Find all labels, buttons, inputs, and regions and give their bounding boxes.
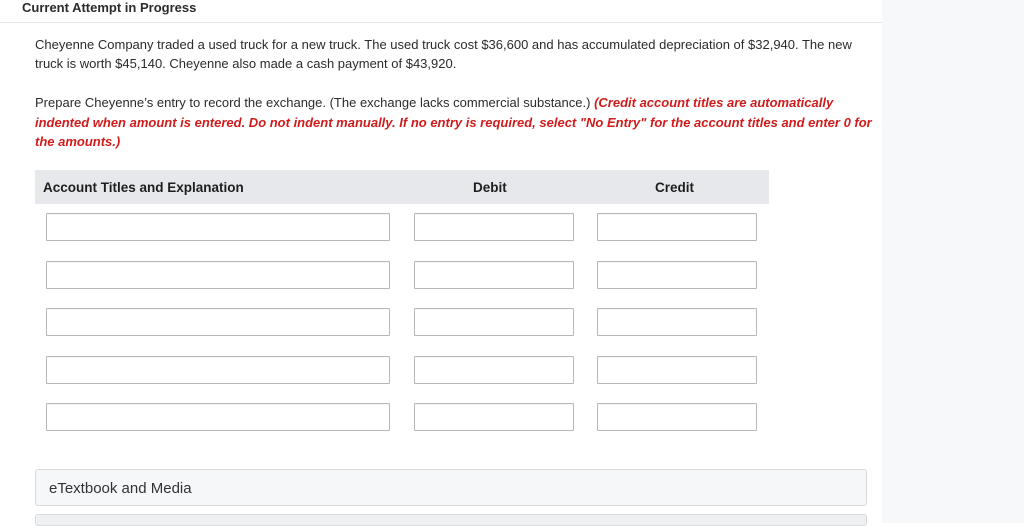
right-gutter <box>882 0 1024 523</box>
instructions-prefix: Prepare Cheyenne’s entry to record the e… <box>35 95 595 110</box>
credit-amount-input[interactable] <box>597 261 757 289</box>
credit-amount-input[interactable] <box>597 403 757 431</box>
instructions: Prepare Cheyenne’s entry to record the e… <box>35 93 875 152</box>
debit-amount-input[interactable] <box>414 356 574 384</box>
account-title-input[interactable] <box>46 403 390 431</box>
etextbook-media-button[interactable]: eTextbook and Media <box>35 469 867 506</box>
debit-amount-input[interactable] <box>414 403 574 431</box>
attempt-status-title: Current Attempt in Progress <box>22 0 197 15</box>
journal-table-header: Account Titles and Explanation Debit Cre… <box>35 170 769 204</box>
account-title-input[interactable] <box>46 213 390 241</box>
column-header-account: Account Titles and Explanation <box>43 180 244 195</box>
account-title-input[interactable] <box>46 261 390 289</box>
next-section-box <box>35 514 867 526</box>
question-panel: Current Attempt in Progress Cheyenne Com… <box>0 0 882 526</box>
credit-amount-input[interactable] <box>597 356 757 384</box>
question-text: Cheyenne Company traded a used truck for… <box>35 37 852 71</box>
etextbook-media-label: eTextbook and Media <box>49 480 192 497</box>
account-title-input[interactable] <box>46 356 390 384</box>
debit-amount-input[interactable] <box>414 261 574 289</box>
account-title-input[interactable] <box>46 308 390 336</box>
debit-amount-input[interactable] <box>414 308 574 336</box>
credit-amount-input[interactable] <box>597 308 757 336</box>
column-header-debit: Debit <box>473 180 507 195</box>
column-header-credit: Credit <box>655 180 695 195</box>
debit-amount-input[interactable] <box>414 213 574 241</box>
credit-amount-input[interactable] <box>597 213 757 241</box>
header-divider <box>0 22 882 23</box>
